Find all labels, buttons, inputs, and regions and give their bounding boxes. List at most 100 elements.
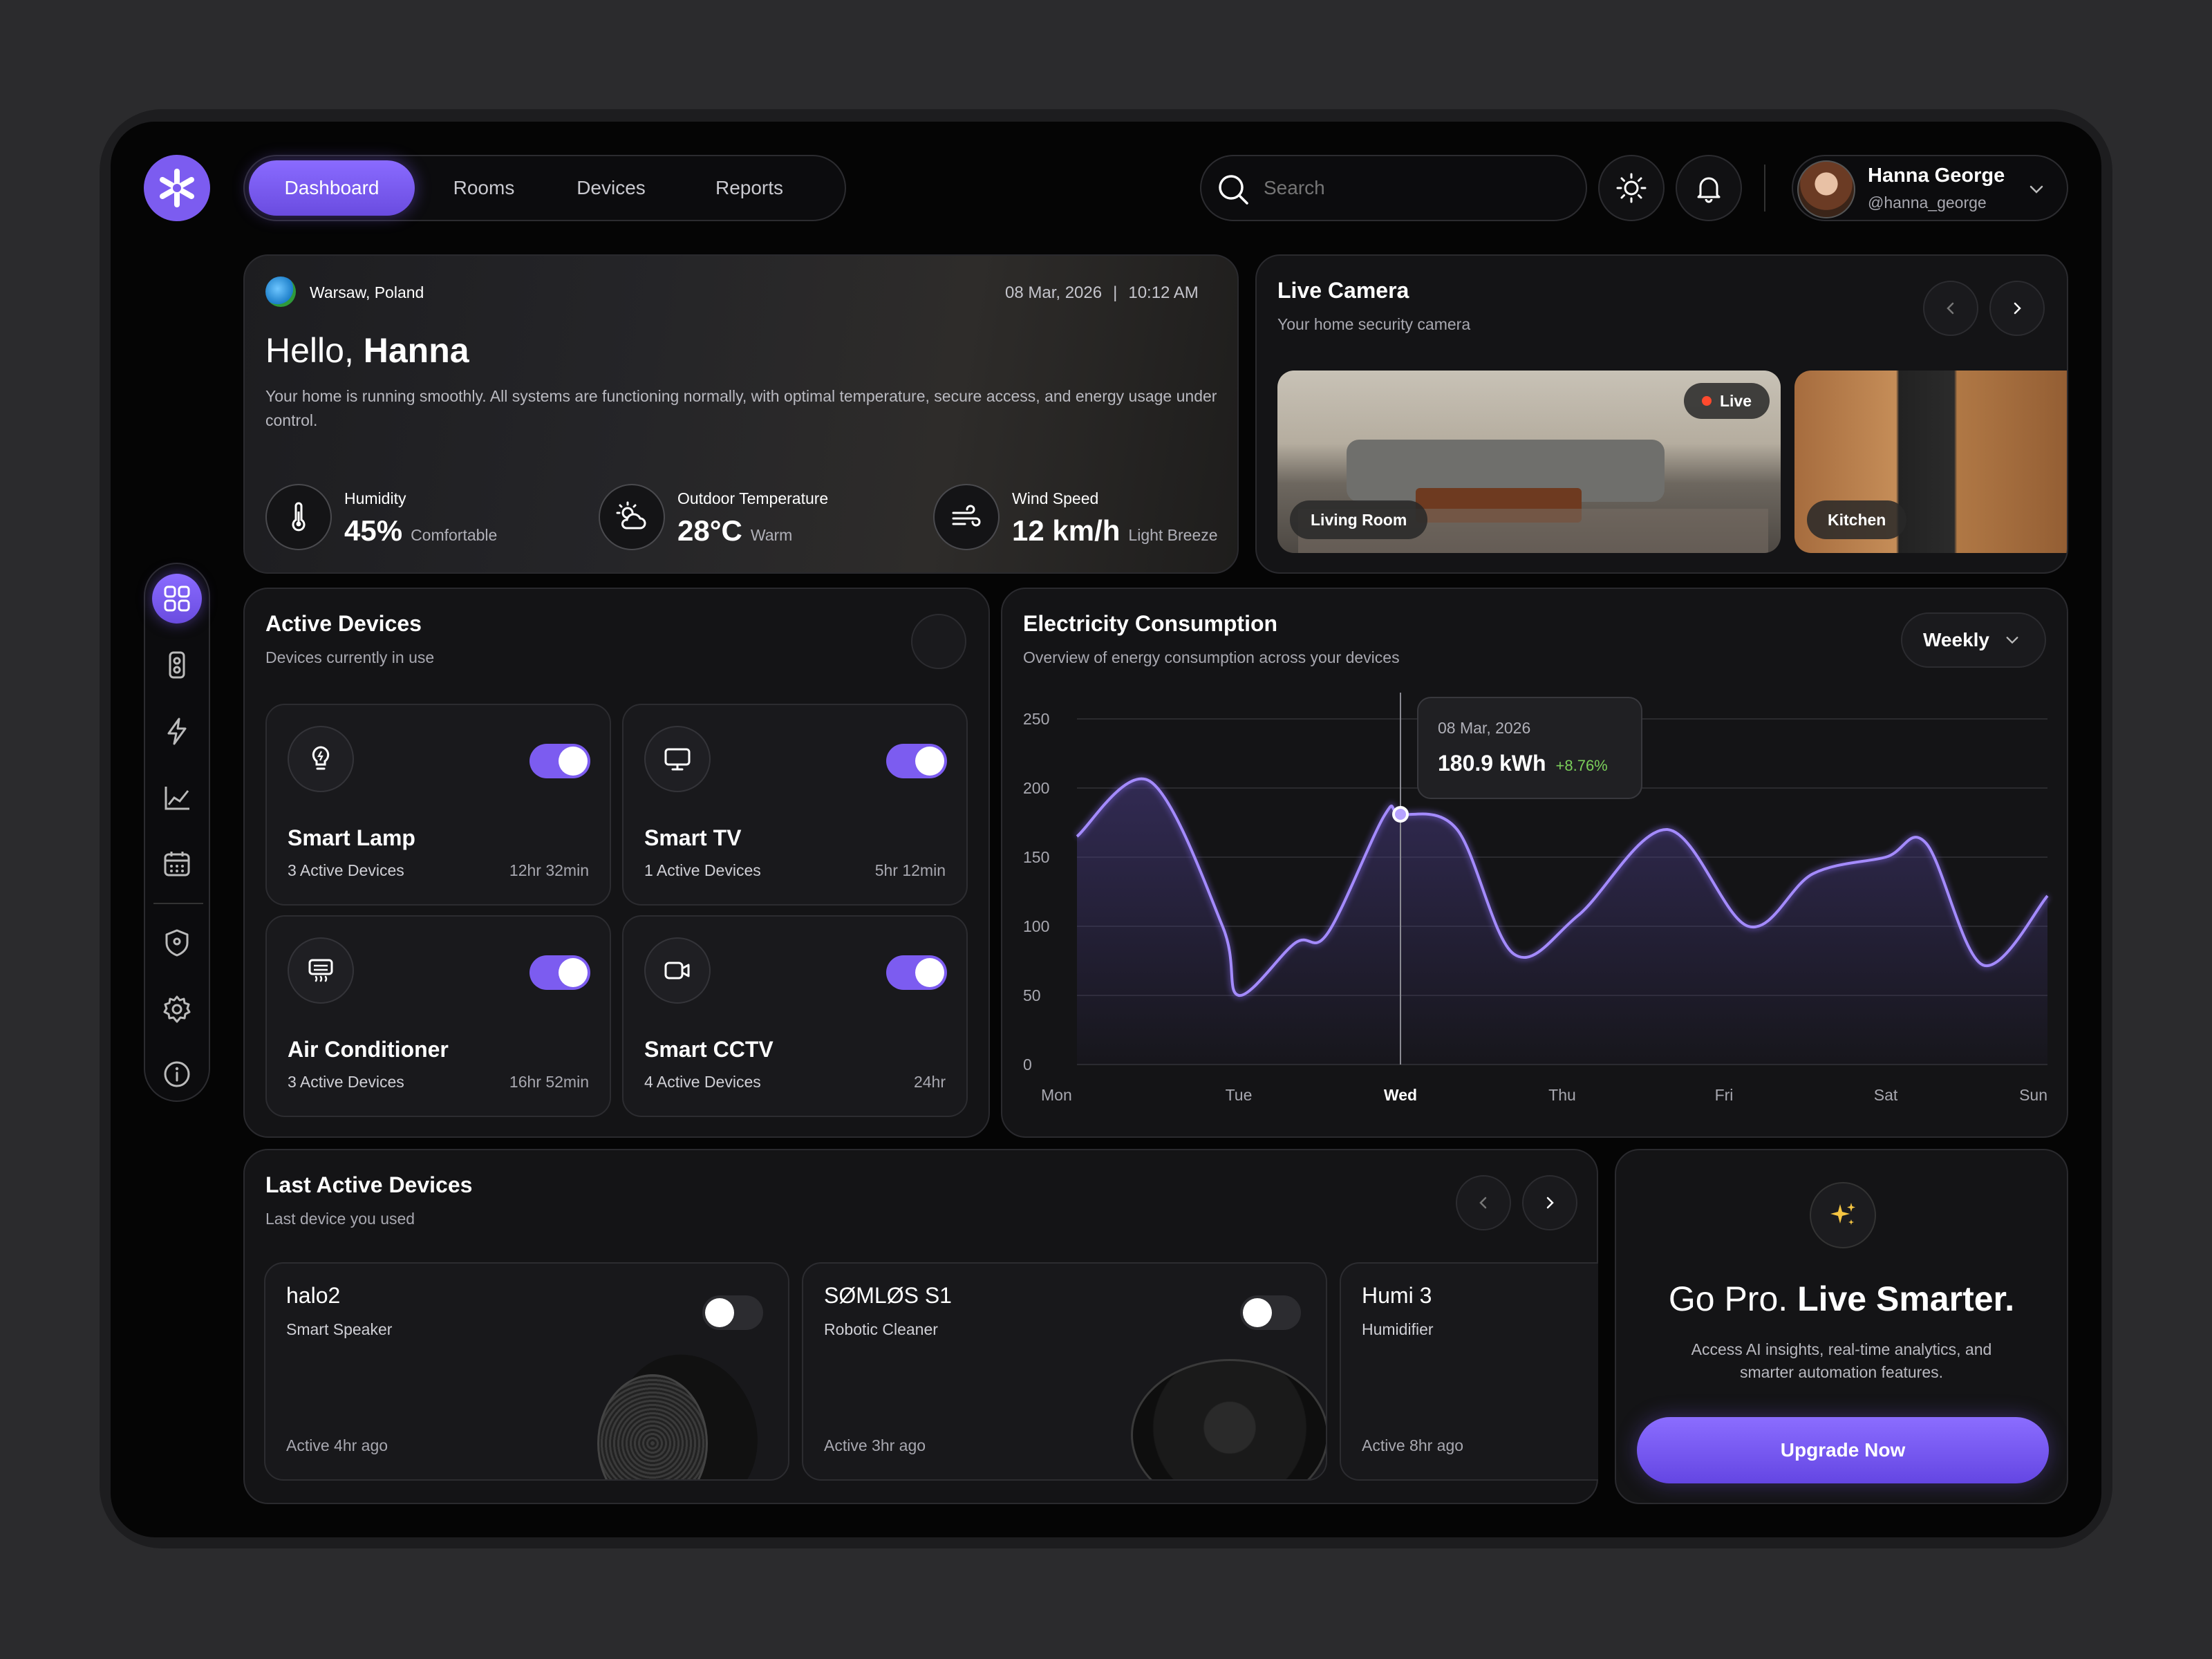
sidebar-item-settings[interactable]: [152, 984, 202, 1034]
sidebar-item-dashboard[interactable]: [152, 574, 202, 624]
user-handle: @hanna_george: [1868, 194, 1987, 212]
app-screen: Dashboard Rooms Devices Reports Search H…: [111, 122, 2101, 1537]
hero-date: 08 Mar, 2026: [1005, 283, 1103, 302]
temperature-label: Outdoor Temperature: [677, 489, 829, 507]
humidity-label: Humidity: [344, 489, 406, 507]
chart-x-tick-label: Sat: [1874, 1086, 1898, 1104]
temperature-stat: 28°C Warm: [677, 514, 792, 547]
tab-dashboard[interactable]: Dashboard: [249, 160, 415, 216]
live-dot: [1701, 396, 1712, 406]
app-logo[interactable]: [144, 155, 210, 221]
chart-x-tick-label: Sun: [2019, 1086, 2047, 1104]
last-device-card-somlos-s1[interactable]: SØMLØS S1 Robotic Cleaner Active 3hr ago: [802, 1262, 1327, 1481]
living-room-label: Living Room: [1290, 500, 1428, 539]
chart-y-tick-label: 150: [1023, 848, 1049, 866]
camera-feed-kitchen[interactable]: Kitchen: [1794, 371, 2067, 553]
device-count: 4 Active Devices: [644, 1073, 761, 1091]
air-conditioner-toggle[interactable]: [529, 955, 590, 990]
hero-time: 10:12 AM: [1128, 283, 1199, 302]
humidity-stat: 45% Comfortable: [344, 514, 497, 547]
camera-feed-living-room[interactable]: Live Living Room: [1277, 371, 1781, 553]
somlos-s1-toggle[interactable]: [1240, 1295, 1301, 1330]
sidebar-item-calendar[interactable]: [152, 839, 202, 889]
tooltip-date: 08 Mar, 2026: [1438, 719, 1531, 737]
kitchen-label: Kitchen: [1807, 500, 1907, 539]
last-device-status: Active 8hr ago: [1362, 1436, 1464, 1454]
device-card-smart-tv[interactable]: Smart TV 1 Active Devices 5hr 12min: [622, 704, 968, 906]
smart-lamp-toggle[interactable]: [529, 744, 590, 778]
chart-x-tick-label: Mon: [1041, 1086, 1072, 1104]
tab-reports[interactable]: Reports: [687, 160, 812, 216]
last-device-card-humi3[interactable]: Humi 3 Humidifier Active 8hr ago: [1340, 1262, 1598, 1481]
search-input[interactable]: [1264, 171, 1568, 205]
chevron-left-icon: [1947, 302, 1954, 315]
sidebar-item-remote[interactable]: [152, 640, 202, 690]
camera-next-button[interactable]: [1989, 281, 2045, 336]
tooltip-values: 180.9 kWh +8.76%: [1438, 751, 1608, 776]
camera-prev-button[interactable]: [1923, 281, 1978, 336]
wind-note: Light Breeze: [1128, 526, 1218, 544]
tab-rooms[interactable]: Rooms: [429, 160, 539, 216]
thermometer-icon: [292, 502, 306, 532]
active-devices-subtitle: Devices currently in use: [265, 648, 435, 666]
live-camera-card: Live Camera Your home security camera Li…: [1255, 254, 2068, 574]
air-conditioner-icon: [308, 959, 333, 982]
chart-y-tick-label: 0: [1023, 1056, 1032, 1074]
device-icon-wrap: [644, 726, 711, 792]
chart-y-tick-label: 200: [1023, 779, 1049, 797]
info-icon: [164, 1061, 190, 1087]
halo2-toggle[interactable]: [702, 1295, 763, 1330]
promo-title-bold: Live Smarter.: [1797, 1280, 2015, 1318]
tab-devices[interactable]: Devices: [549, 160, 673, 216]
chart-y-tick-label: 100: [1023, 917, 1049, 935]
lamp-icon: [312, 746, 330, 770]
speaker-image: [594, 1334, 780, 1479]
status-description: Your home is running smoothly. All syste…: [265, 387, 1217, 429]
last-active-next-button[interactable]: [1522, 1175, 1577, 1230]
smart-cctv-toggle[interactable]: [886, 955, 947, 990]
live-badge: Live: [1683, 383, 1770, 419]
chart-x-axis: Mon Tue Wed Thu Fri Sat Sun: [1041, 1086, 2047, 1104]
upgrade-now-button[interactable]: Upgrade Now: [1637, 1417, 2049, 1483]
last-active-prev-button[interactable]: [1456, 1175, 1511, 1230]
promo-title-light: Go Pro.: [1668, 1280, 1788, 1318]
globe-icon: [265, 276, 296, 307]
theme-toggle-button[interactable]: [1598, 155, 1665, 221]
wind-stat: 12 km/h Light Breeze: [1012, 514, 1218, 547]
last-device-type: Smart Speaker: [286, 1320, 393, 1338]
device-name: Smart TV: [644, 825, 742, 850]
device-time: 24hr: [913, 1073, 946, 1091]
promo-description: Access AI insights, real-time analytics,…: [1691, 1340, 1992, 1381]
device-card-smart-cctv[interactable]: Smart CCTV 4 Active Devices 24hr: [622, 915, 968, 1117]
avatar: [1797, 160, 1855, 218]
sidebar-item-energy[interactable]: [152, 706, 202, 756]
smart-tv-toggle[interactable]: [886, 744, 947, 778]
wind-value: 12 km/h: [1012, 514, 1121, 547]
top-nav: Dashboard Rooms Devices Reports: [243, 155, 846, 221]
last-device-type: Robotic Cleaner: [824, 1320, 938, 1338]
active-devices-menu-button[interactable]: [911, 614, 966, 669]
temperature-note: Warm: [750, 526, 793, 544]
search-bar[interactable]: [1200, 155, 1587, 221]
device-card-air-conditioner[interactable]: Air Conditioner 3 Active Devices 16hr 52…: [265, 915, 611, 1117]
robot-cleaner-image: [1131, 1359, 1326, 1479]
device-icon-wrap: [288, 726, 354, 792]
sidebar-item-info[interactable]: [152, 1049, 202, 1099]
sidebar-item-security[interactable]: [152, 918, 202, 968]
remote-icon: [169, 651, 185, 679]
last-device-card-halo2[interactable]: halo2 Smart Speaker Active 4hr ago: [264, 1262, 789, 1481]
grid-icon: [164, 585, 190, 612]
divider: [1764, 165, 1765, 212]
sidebar-item-analytics[interactable]: [152, 773, 202, 823]
bell-icon: [1697, 177, 1721, 203]
datetime: 08 Mar, 2026 | 10:12 AM: [1005, 283, 1199, 303]
temperature-value: 28°C: [677, 514, 742, 547]
notifications-button[interactable]: [1676, 155, 1742, 221]
last-device-status: Active 3hr ago: [824, 1436, 926, 1454]
tooltip-value: 180.9 kWh: [1438, 751, 1546, 776]
chart-y-axis: 250 200 150 100 50 0: [1023, 710, 1049, 1074]
user-menu[interactable]: Hanna George @hanna_george: [1792, 155, 2068, 221]
device-card-smart-lamp[interactable]: Smart Lamp 3 Active Devices 12hr 32min: [265, 704, 611, 906]
active-devices-title: Active Devices: [265, 611, 422, 636]
chart-highlight-point[interactable]: [1392, 806, 1409, 823]
